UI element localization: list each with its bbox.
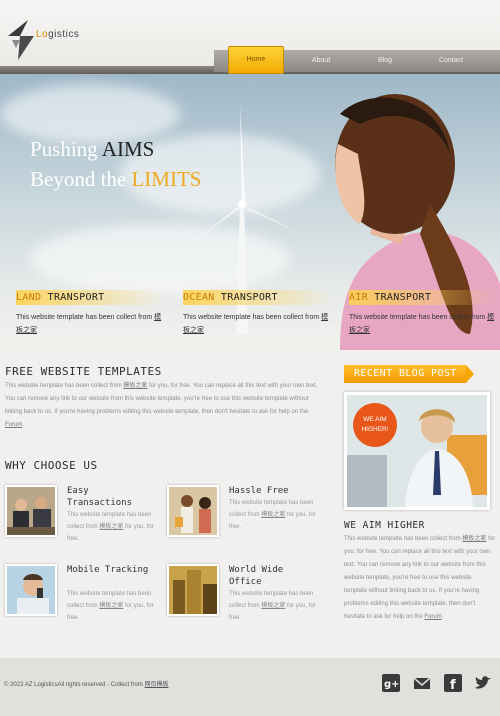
nav-item-home[interactable]: Home bbox=[228, 46, 284, 74]
feature-title: AIR TRANSPORT bbox=[349, 290, 499, 305]
nav-item-blog[interactable]: Blog bbox=[360, 50, 410, 72]
copyright-text: © 2023 AZ LogisticsAll rights reserved -… bbox=[4, 679, 169, 688]
shopping-women-thumbnail bbox=[167, 485, 219, 537]
feature-title: LAND TRANSPORT bbox=[16, 290, 166, 305]
feature-title-accent: AIR bbox=[349, 292, 368, 303]
logo-text-rest: gistics bbox=[48, 29, 80, 40]
free-text-c: . bbox=[22, 422, 25, 428]
banner-line2-gold: LIMITS bbox=[131, 167, 202, 191]
blog-post-image[interactable]: WE AIM HIGHER! bbox=[344, 392, 490, 510]
feature-text-body: This website template has been collect f… bbox=[349, 314, 488, 321]
banner-line1-light: Pushing bbox=[30, 137, 102, 161]
business-people-thumbnail bbox=[5, 485, 57, 537]
recent-blog-post-tag: RECENT BLOG POST bbox=[344, 365, 474, 383]
blog-post-text: This website template has been collect f… bbox=[344, 533, 496, 624]
blog-link-site[interactable]: 模板之家 bbox=[462, 536, 486, 542]
man-on-phone-thumbnail bbox=[5, 564, 57, 616]
free-templates-heading: FREE WEBSITE TEMPLATES bbox=[5, 365, 162, 378]
why-link[interactable]: 模板之家 bbox=[261, 512, 285, 518]
why-choose-us-heading: WHY CHOOSE US bbox=[5, 459, 98, 472]
why-link[interactable]: 模板之家 bbox=[99, 524, 123, 530]
feature-title-accent: LAND bbox=[16, 292, 42, 303]
footer: © 2023 AZ LogisticsAll rights reserved -… bbox=[0, 658, 500, 716]
why-item-world-wide-office: World Wide Office This website template … bbox=[167, 564, 317, 624]
logo-text: Logistics bbox=[36, 29, 79, 40]
feature-ocean-transport: OCEAN TRANSPORT This website template ha… bbox=[183, 290, 333, 337]
why-link[interactable]: 模板之家 bbox=[261, 603, 285, 609]
feature-title-rest: TRANSPORT bbox=[214, 292, 278, 303]
feature-text: This website template has been collect f… bbox=[349, 311, 499, 337]
logo-mark-icon bbox=[8, 20, 34, 60]
feature-text-body: This website template has been collect f… bbox=[183, 314, 322, 321]
free-link-site[interactable]: 模板之家 bbox=[123, 383, 147, 389]
free-templates-text: This website template has been collect f… bbox=[5, 380, 323, 432]
mail-icon[interactable] bbox=[413, 674, 431, 692]
facebook-icon[interactable]: f bbox=[444, 674, 462, 693]
banner-line1-dark: AIMS bbox=[101, 137, 155, 161]
copyright-body: © 2023 AZ LogisticsAll rights reserved -… bbox=[4, 682, 145, 688]
why-item-text: This website template has been collect f… bbox=[67, 588, 157, 624]
free-link-forum[interactable]: Forum bbox=[5, 422, 22, 428]
why-item-title: Easy Transactions bbox=[67, 486, 133, 508]
main-nav: Home About Blog Contact bbox=[214, 46, 500, 74]
feature-title-rest: TRANSPORT bbox=[367, 292, 432, 303]
footer-link[interactable]: 网页模板 bbox=[144, 682, 168, 688]
header: Logistics Home About Blog Contact bbox=[0, 0, 500, 74]
feature-land-transport: LAND TRANSPORT This website template has… bbox=[16, 290, 166, 337]
skyscrapers-thumbnail bbox=[167, 564, 219, 616]
why-item-text: This website template has been collect f… bbox=[67, 509, 157, 545]
why-item-text: This website template has been collect f… bbox=[229, 588, 319, 624]
why-item-title: World Wide Office bbox=[229, 565, 284, 587]
why-item-text: This website template has been collect f… bbox=[229, 497, 319, 533]
we-aim-higher-badge: WE AIM HIGHER! bbox=[353, 403, 397, 447]
google-plus-icon[interactable]: g+ bbox=[382, 674, 400, 692]
svg-text:f: f bbox=[450, 678, 456, 692]
why-item-title: Mobile Tracking bbox=[67, 565, 149, 575]
blog-text-c: . bbox=[441, 614, 444, 620]
feature-title: OCEAN TRANSPORT bbox=[183, 290, 333, 305]
blog-post-title: WE AIM HIGHER bbox=[344, 520, 425, 531]
feature-text: This website template has been collect f… bbox=[183, 311, 333, 337]
blog-text-a: This website template has been collect f… bbox=[344, 536, 463, 542]
blog-link-forum[interactable]: Forum bbox=[424, 614, 441, 620]
why-item-mobile-tracking: Mobile Tracking This website template ha… bbox=[5, 564, 155, 624]
svg-text:g+: g+ bbox=[384, 679, 400, 690]
feature-air-transport: AIR TRANSPORT This website template has … bbox=[349, 290, 499, 337]
banner-line2-light: Beyond the bbox=[30, 167, 132, 191]
why-link[interactable]: 模板之家 bbox=[99, 603, 123, 609]
feature-title-accent: OCEAN bbox=[183, 292, 215, 303]
banner-headline: Pushing AIMS Beyond the LIMITS bbox=[30, 134, 201, 194]
twitter-icon[interactable] bbox=[474, 674, 492, 692]
hero-banner: Pushing AIMS Beyond the LIMITS LAND TRAN… bbox=[0, 74, 500, 350]
feature-title-rest: TRANSPORT bbox=[41, 292, 105, 303]
free-text-a: This website template has been collect f… bbox=[5, 383, 124, 389]
logo-text-accent: Lo bbox=[36, 29, 49, 40]
nav-item-contact[interactable]: Contact bbox=[424, 50, 478, 72]
feature-text: This website template has been collect f… bbox=[16, 311, 166, 337]
why-item-hassle-free: Hassle Free This website template has be… bbox=[167, 485, 317, 545]
nav-item-about[interactable]: About bbox=[296, 50, 346, 72]
why-item-easy-transactions: Easy Transactions This website template … bbox=[5, 485, 155, 545]
why-item-title: Hassle Free bbox=[229, 486, 289, 496]
feature-text-body: This website template has been collect f… bbox=[16, 314, 155, 321]
badge-line2: HIGHER! bbox=[361, 426, 389, 433]
blog-text-b: for you, for free. You can replace all t… bbox=[344, 536, 496, 620]
logo[interactable]: Logistics bbox=[6, 18, 96, 62]
badge-line1: WE AIM bbox=[363, 416, 387, 423]
